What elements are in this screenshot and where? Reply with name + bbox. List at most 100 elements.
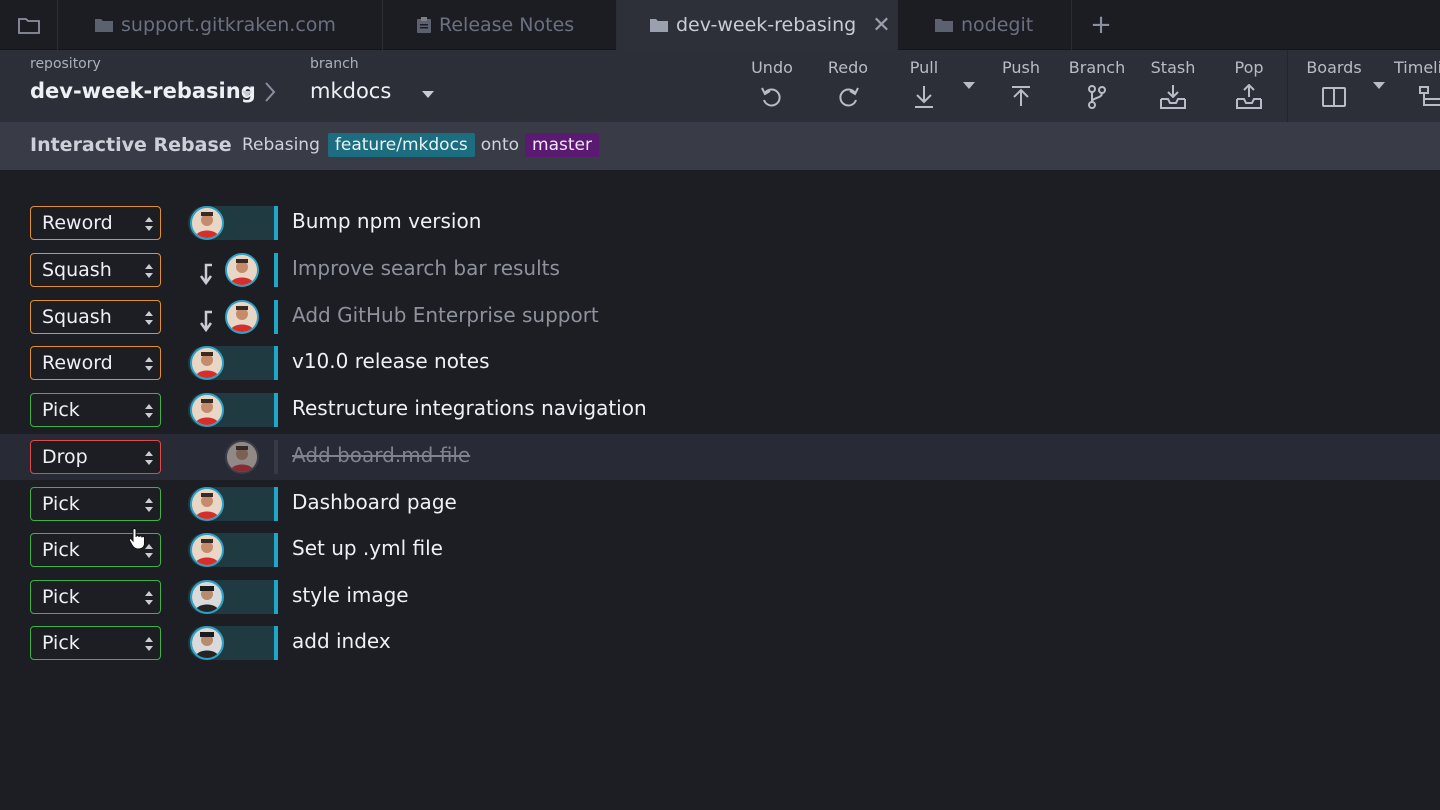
boards-button[interactable]: Boards	[1299, 58, 1369, 110]
updown-caret-icon	[144, 636, 154, 656]
folder-icon	[935, 18, 953, 32]
tab-release-notes[interactable]: Release Notes	[383, 0, 617, 50]
lane-marker	[274, 626, 278, 660]
lane-marker	[274, 300, 278, 334]
lane-marker	[274, 253, 278, 287]
commit-message: Add GitHub Enterprise support	[292, 303, 599, 327]
boards-options-dropdown-icon[interactable]	[1373, 82, 1385, 89]
branch-caption: branch	[310, 56, 359, 72]
commit-message: Bump npm version	[292, 209, 482, 233]
stash-button[interactable]: Stash	[1138, 58, 1208, 110]
add-tab-button[interactable]: +	[1086, 0, 1116, 50]
commit-row[interactable]: Pick Restructure integrations navigation	[0, 387, 1440, 433]
tab-bar: support.gitkraken.com Release Notes dev-…	[0, 0, 1440, 50]
rebase-description: Rebasing feature/mkdocs onto master	[242, 133, 605, 157]
action-select[interactable]: Pick	[30, 580, 161, 614]
push-button[interactable]: Push	[986, 58, 1056, 110]
tab-nodegit[interactable]: nodegit	[898, 0, 1072, 50]
author-avatar	[190, 626, 224, 660]
commit-message: add index	[292, 629, 391, 653]
commit-message: Improve search bar results	[292, 256, 560, 280]
branch-button[interactable]: Branch	[1062, 58, 1132, 110]
toolbar-divider	[1287, 50, 1288, 122]
commit-message: v10.0 release notes	[292, 349, 490, 373]
folder-icon	[650, 18, 668, 32]
repository-selector[interactable]: dev-week-rebasing	[30, 79, 256, 103]
lane-marker	[274, 533, 278, 567]
repository-caption: repository	[30, 56, 101, 72]
tab-support-gitkraken[interactable]: support.gitkraken.com	[59, 0, 383, 50]
pull-options-dropdown-icon[interactable]	[963, 82, 975, 89]
commit-row[interactable]: Pick add index	[0, 620, 1440, 666]
chevron-right-icon	[264, 81, 276, 107]
author-avatar	[190, 487, 224, 521]
branch-dropdown-icon[interactable]	[422, 91, 434, 98]
updown-caret-icon	[144, 450, 154, 470]
push-icon	[986, 84, 1056, 110]
lane-marker	[274, 346, 278, 380]
action-select[interactable]: Pick	[30, 487, 161, 521]
commit-row[interactable]: Pick Set up .yml file	[0, 527, 1440, 573]
lane-marker	[274, 580, 278, 614]
close-tab-icon[interactable]: ✕	[872, 13, 890, 38]
author-avatar	[225, 300, 259, 334]
squash-arrow-icon	[198, 263, 214, 289]
branch-selector[interactable]: mkdocs	[310, 79, 391, 103]
action-select[interactable]: Reword	[30, 206, 161, 240]
commit-row[interactable]: Pick style image	[0, 574, 1440, 620]
author-avatar	[190, 346, 224, 380]
rebase-title: Interactive Rebase	[30, 134, 232, 156]
tab-label: nodegit	[961, 14, 1034, 36]
updown-caret-icon	[144, 216, 154, 236]
author-avatar	[225, 440, 259, 474]
boards-icon	[1299, 84, 1369, 110]
author-avatar	[190, 393, 224, 427]
updown-caret-icon	[144, 356, 154, 376]
action-select[interactable]: Pick	[30, 626, 161, 660]
branch-icon	[1062, 84, 1132, 110]
folder-icon	[95, 18, 113, 32]
squash-arrow-icon	[198, 310, 214, 336]
action-select[interactable]: Reword	[30, 346, 161, 380]
commit-message: Set up .yml file	[292, 536, 443, 560]
target-branch-badge: master	[525, 133, 599, 157]
clipboard-icon	[417, 17, 431, 33]
updown-caret-icon	[144, 310, 154, 330]
tab-label: support.gitkraken.com	[121, 14, 336, 36]
source-branch-badge: feature/mkdocs	[327, 133, 475, 157]
author-avatar	[190, 206, 224, 240]
updown-caret-icon	[144, 497, 154, 517]
lane-marker	[274, 440, 278, 474]
tab-label: dev-week-rebasing	[676, 14, 857, 36]
lane-marker	[274, 393, 278, 427]
action-select[interactable]: Squash	[30, 300, 161, 334]
commit-row[interactable]: Reword Bump npm version	[0, 200, 1440, 246]
action-select[interactable]: Pick	[30, 393, 161, 427]
commit-row[interactable]: Drop Add board.md file	[0, 434, 1440, 480]
open-repo-folder-icon[interactable]	[0, 0, 58, 50]
redo-icon	[813, 84, 883, 110]
pop-button[interactable]: Pop	[1214, 58, 1284, 110]
updown-caret-icon	[144, 590, 154, 610]
commit-row[interactable]: Reword v10.0 release notes	[0, 340, 1440, 386]
timeline-icon	[1418, 84, 1440, 110]
pull-button[interactable]: Pull	[889, 58, 959, 110]
tab-dev-week-rebasing[interactable]: dev-week-rebasing ✕	[617, 0, 898, 50]
commit-message: Restructure integrations navigation	[292, 396, 647, 420]
commit-row[interactable]: Squash Improve search bar results	[0, 247, 1440, 293]
stash-icon	[1138, 84, 1208, 110]
author-avatar	[190, 533, 224, 567]
repository-dropdown-icon[interactable]	[242, 91, 252, 97]
redo-button[interactable]: Redo	[813, 58, 883, 110]
timeline-button[interactable]: Timeli	[1386, 58, 1440, 110]
updown-caret-icon	[144, 263, 154, 283]
mouse-cursor-icon	[128, 526, 146, 554]
undo-button[interactable]: Undo	[737, 58, 807, 110]
action-select[interactable]: Squash	[30, 253, 161, 287]
action-select[interactable]: Drop	[30, 440, 161, 474]
lane-marker	[274, 206, 278, 240]
commit-row[interactable]: Squash Add GitHub Enterprise support	[0, 294, 1440, 340]
undo-icon	[737, 84, 807, 110]
commit-row[interactable]: Pick Dashboard page	[0, 481, 1440, 527]
toolbar: repository dev-week-rebasing branch mkdo…	[0, 50, 1440, 122]
